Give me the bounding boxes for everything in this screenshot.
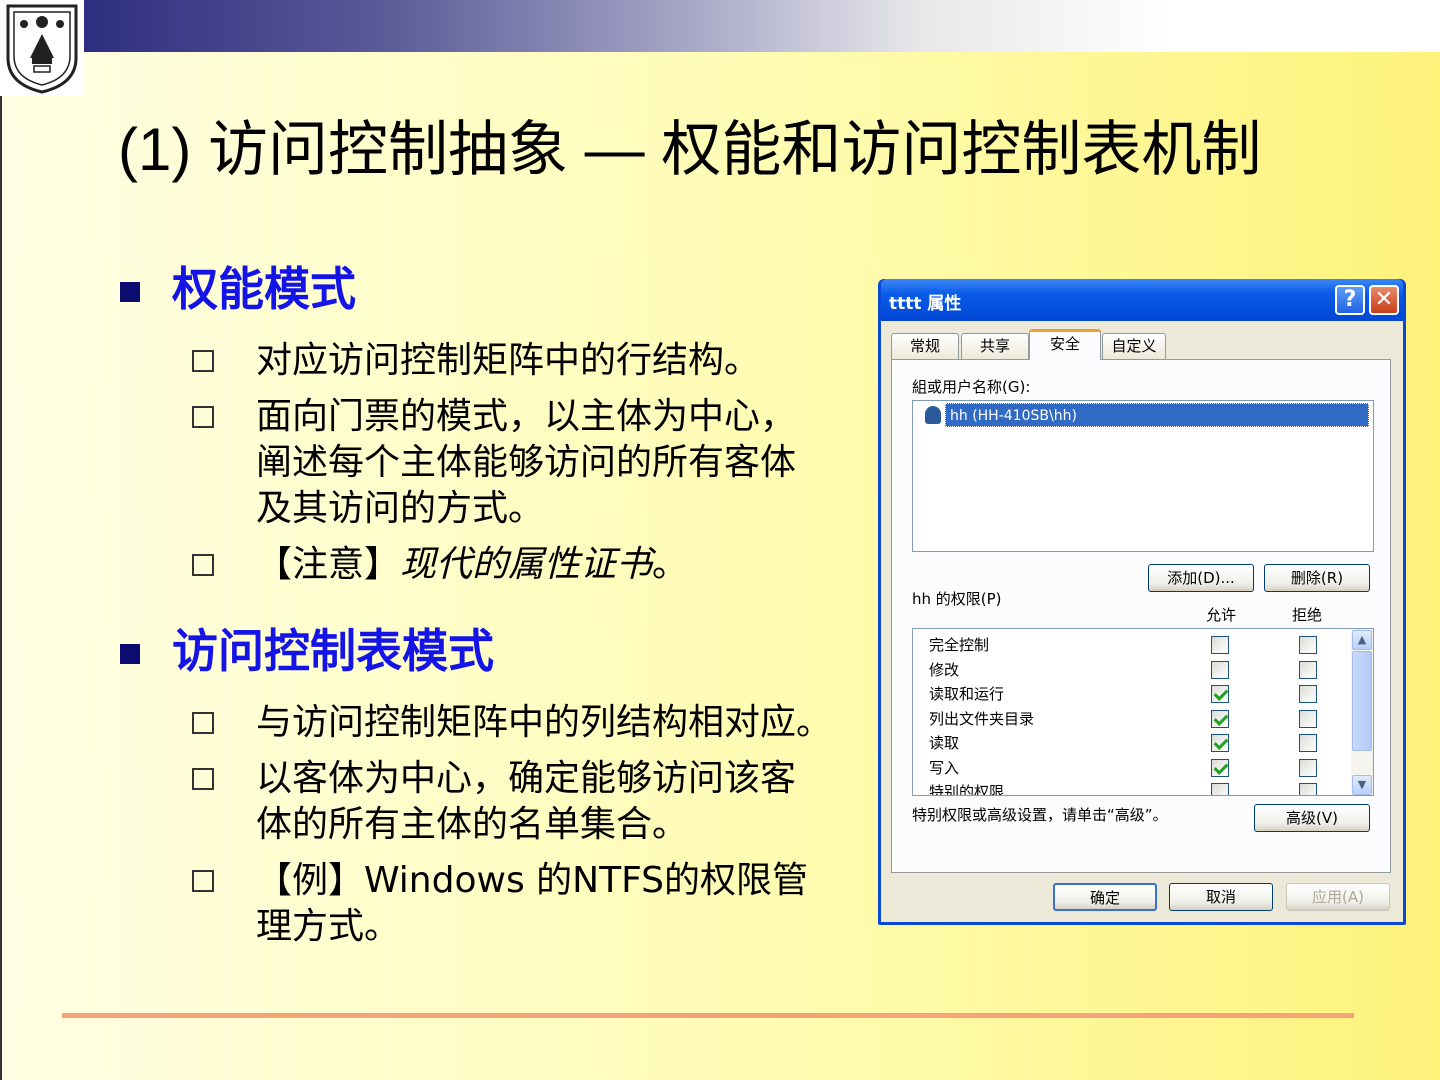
group-user-label: 組或用户名称(G): xyxy=(912,378,1031,396)
scroll-down-icon[interactable]: ▼ xyxy=(1352,775,1372,795)
header-gradient-band xyxy=(84,0,1440,52)
square-bullet-icon xyxy=(120,644,140,664)
allow-checkbox[interactable] xyxy=(1211,758,1229,777)
allow-checkbox[interactable] xyxy=(1211,660,1229,679)
security-panel: 組或用户名称(G): hh (HH-410SB\hh) 添加(D)... 删除(… xyxy=(891,359,1391,873)
slide-content: 权能模式 对应访问控制矩阵中的行结构。 面向门票的模式，以主体为中心， 阐述每个… xyxy=(120,258,890,960)
deny-checkbox[interactable] xyxy=(1299,734,1317,752)
section-acl: 访问控制表模式 xyxy=(120,620,890,682)
deny-checkbox[interactable] xyxy=(1299,660,1317,679)
ok-button[interactable]: 确定 xyxy=(1053,883,1157,911)
university-logo xyxy=(0,0,84,96)
cancel-button[interactable]: 取消 xyxy=(1169,883,1273,911)
permission-row: 读取和运行 xyxy=(929,685,1005,703)
tab-security[interactable]: 安全 xyxy=(1029,329,1101,360)
slide-title: (1) 访问控制抽象 — 权能和访问控制表机制 xyxy=(118,116,1262,183)
apply-button[interactable]: 应用(A) xyxy=(1286,883,1390,911)
remove-button[interactable]: 删除(R) xyxy=(1264,564,1370,592)
scroll-up-icon[interactable]: ▲ xyxy=(1352,630,1372,650)
bottom-divider xyxy=(62,1013,1354,1018)
permission-row: 特别的权限 xyxy=(929,783,1005,796)
allow-checkbox[interactable] xyxy=(1211,636,1229,654)
list-item: 面向门票的模式，以主体为中心， 阐述每个主体能够访问的所有客体 及其访问的方式。 xyxy=(120,394,890,532)
deny-checkbox[interactable] xyxy=(1299,783,1317,795)
hollow-square-bullet-icon xyxy=(192,712,214,734)
advanced-button[interactable]: 高级(V) xyxy=(1254,804,1370,832)
hollow-square-bullet-icon xyxy=(192,554,214,576)
permissions-scrollbar[interactable]: ▲ ▼ xyxy=(1351,629,1373,795)
permission-row: 修改 xyxy=(929,660,960,679)
deny-checkbox[interactable] xyxy=(1299,685,1317,703)
permission-row: 读取 xyxy=(929,734,960,752)
dialog-titlebar[interactable]: tttt 属性 ? ✕ xyxy=(881,279,1403,321)
permission-row: 写入 xyxy=(929,758,960,777)
hollow-square-bullet-icon xyxy=(192,768,214,790)
user-list[interactable]: hh (HH-410SB\hh) xyxy=(912,400,1374,552)
section-heading: 权能模式 xyxy=(172,262,356,316)
square-bullet-icon xyxy=(120,282,140,302)
advanced-hint: 特别权限或高级设置，请单击“高级”。 xyxy=(912,806,1168,824)
left-border xyxy=(0,96,2,1080)
deny-checkbox[interactable] xyxy=(1299,636,1317,654)
help-button[interactable]: ? xyxy=(1335,285,1365,315)
deny-column-header: 拒绝 xyxy=(1292,606,1323,624)
tab-custom[interactable]: 自定义 xyxy=(1102,333,1166,359)
permission-row: 完全控制 xyxy=(929,636,990,654)
section-capability: 权能模式 xyxy=(120,258,890,320)
permissions-label: hh 的权限(P) xyxy=(912,590,1002,608)
dialog-body: 常规 共享 安全 自定义 組或用户名称(G): hh (HH-410SB\hh)… xyxy=(881,321,1403,922)
hollow-square-bullet-icon xyxy=(192,350,214,372)
close-button[interactable]: ✕ xyxy=(1369,285,1399,315)
deny-checkbox[interactable] xyxy=(1299,709,1317,728)
allow-column-header: 允许 xyxy=(1206,606,1237,624)
allow-checkbox[interactable] xyxy=(1211,685,1229,703)
section-heading: 访问控制表模式 xyxy=(172,624,494,678)
list-item: 【注意】现代的属性证书。 xyxy=(120,542,890,588)
hollow-square-bullet-icon xyxy=(192,406,214,428)
allow-checkbox[interactable] xyxy=(1211,783,1229,795)
user-list-item[interactable]: hh (HH-410SB\hh) xyxy=(945,403,1369,427)
hollow-square-bullet-icon xyxy=(192,870,214,892)
dialog-title: tttt 属性 xyxy=(889,294,962,314)
properties-dialog: tttt 属性 ? ✕ 常规 共享 安全 自定义 組或用户名称(G): hh (… xyxy=(878,279,1406,925)
allow-checkbox[interactable] xyxy=(1211,709,1229,728)
permission-row: 列出文件夹目录 xyxy=(929,709,1035,728)
allow-checkbox[interactable] xyxy=(1211,734,1229,752)
list-item: 以客体为中心，确定能够访问该客 体的所有主体的名单集合。 xyxy=(120,756,890,848)
list-item: 对应访问控制矩阵中的行结构。 xyxy=(120,338,890,384)
list-item: 【例】Windows 的NTFS的权限管 理方式。 xyxy=(120,858,890,950)
scroll-thumb[interactable] xyxy=(1352,651,1372,751)
tab-general[interactable]: 常规 xyxy=(891,333,959,359)
list-item: 与访问控制矩阵中的列结构相对应。 xyxy=(120,700,890,746)
user-icon xyxy=(925,406,941,424)
tab-sharing[interactable]: 共享 xyxy=(961,333,1029,359)
add-button[interactable]: 添加(D)... xyxy=(1148,564,1254,592)
deny-checkbox[interactable] xyxy=(1299,758,1317,777)
permissions-list: 完全控制修改读取和运行列出文件夹目录 读取写入特别的权限 ▲ ▼ xyxy=(912,628,1374,796)
